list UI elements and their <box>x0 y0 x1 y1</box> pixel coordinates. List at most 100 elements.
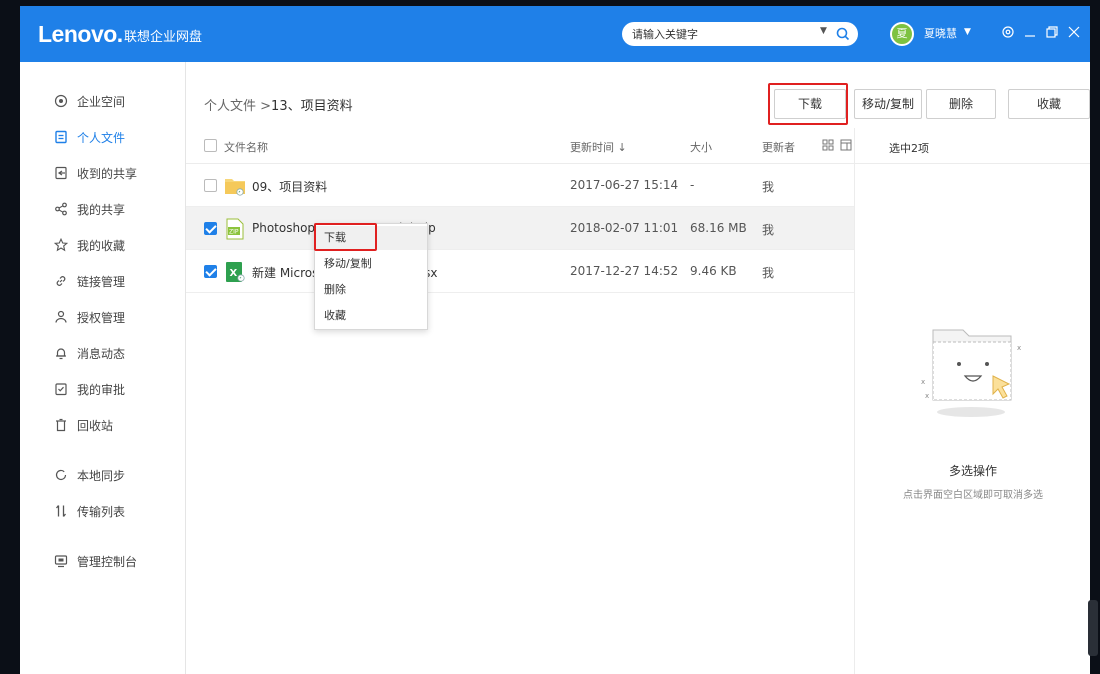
console-icon <box>54 555 68 568</box>
header-updater[interactable]: 更新者 <box>762 139 795 155</box>
table-row[interactable]: X 新建 Microsoft Excel 工作表.xlsx 2017-12-27… <box>186 250 854 293</box>
sidebar-item-label: 我的收藏 <box>77 238 126 253</box>
sidebar-item-transfer-list[interactable]: 传输列表 <box>54 501 125 521</box>
sidebar-item-label: 个人文件 <box>77 130 126 145</box>
breadcrumb-root[interactable]: 个人文件 <box>204 99 256 114</box>
user-menu-chevron-icon[interactable]: ▼ <box>964 27 971 37</box>
file-size: 9.46 KB <box>690 264 737 278</box>
avatar[interactable]: 夏 <box>890 22 914 46</box>
search-icon[interactable] <box>834 25 852 43</box>
file-time: 2017-12-27 14:52 <box>570 264 679 278</box>
enterprise-space-icon <box>54 94 68 108</box>
sidebar-item-messages[interactable]: 消息动态 <box>54 343 125 363</box>
sidebar-item-label: 本地同步 <box>77 468 126 483</box>
trash-icon <box>56 418 66 432</box>
user-auth-icon <box>55 310 67 323</box>
context-menu-delete[interactable]: 删除 <box>315 278 427 302</box>
close-icon[interactable] <box>1066 24 1082 40</box>
breadcrumb-separator: > <box>256 99 272 114</box>
search-input[interactable]: 请输入关键字 <box>632 26 698 42</box>
sidebar-item-my-share[interactable]: 我的共享 <box>54 199 125 219</box>
approval-icon <box>55 383 67 396</box>
delete-button[interactable]: 删除 <box>926 89 996 119</box>
sidebar-item-my-favorites[interactable]: 我的收藏 <box>54 235 125 255</box>
main-content: 个人文件 >13、项目资料 下载 移动/复制 删除 收藏 文件名称 更新时间 ↓… <box>186 62 1090 674</box>
sidebar-item-received-share[interactable]: 收到的共享 <box>54 163 137 183</box>
table-row[interactable]: 09、项目资料 2017-06-27 15:14 - 我 <box>186 164 854 207</box>
link-icon <box>56 276 66 286</box>
sidebar-item-enterprise-space[interactable]: 企业空间 <box>54 91 125 111</box>
file-name[interactable]: 09、项目资料 <box>252 178 327 195</box>
grid-view-icon[interactable] <box>822 139 834 151</box>
selection-count: 选中2项 <box>889 142 929 155</box>
app-name: 联想企业网盘 <box>124 30 203 45</box>
sidebar-item-recycle-bin[interactable]: 回收站 <box>54 415 113 435</box>
settings-icon[interactable] <box>1000 24 1016 40</box>
context-download-highlight-box <box>314 223 377 251</box>
restore-icon[interactable] <box>1044 24 1060 40</box>
sidebar-item-auth-management[interactable]: 授权管理 <box>54 307 125 327</box>
bell-icon <box>56 348 66 360</box>
detail-panel-icon[interactable] <box>840 139 852 151</box>
search-dropdown-icon[interactable]: ▼ <box>820 26 827 36</box>
row-checkbox[interactable] <box>204 222 217 235</box>
sidebar-item-label: 链接管理 <box>77 274 126 289</box>
sync-icon <box>55 469 67 481</box>
download-highlight-box <box>768 83 848 125</box>
context-menu-move-copy[interactable]: 移动/复制 <box>315 252 427 276</box>
star-icon <box>54 238 68 252</box>
username[interactable]: 夏晓慧 <box>924 25 957 41</box>
header-time[interactable]: 更新时间 ↓ <box>570 139 627 155</box>
move-copy-button[interactable]: 移动/复制 <box>854 89 922 119</box>
personal-files-icon <box>55 130 67 144</box>
selection-panel-header: 选中2项 <box>855 128 1090 164</box>
sidebar-item-label: 我的共享 <box>77 202 126 217</box>
header-name[interactable]: 文件名称 <box>224 139 268 155</box>
svg-text:ZIP: ZIP <box>229 229 239 236</box>
file-updater: 我 <box>762 223 775 237</box>
sidebar-item-label: 企业空间 <box>77 94 126 109</box>
empty-state-subtitle: 点击界面空白区域即可取消多选 <box>903 490 1043 501</box>
sidebar-item-link-management[interactable]: 链接管理 <box>54 271 125 291</box>
sidebar: 企业空间 个人文件 收到的共享 我的共享 我的收藏 链接管理 授权管理 消息动态… <box>20 62 186 674</box>
title-bar: Lenovo. 联想企业网盘 请输入关键字 ▼ 夏 夏晓慧 ▼ <box>20 6 1090 62</box>
context-menu-favorite[interactable]: 收藏 <box>315 304 427 328</box>
file-updater: 我 <box>762 266 775 280</box>
svg-text:x: x <box>921 378 925 386</box>
sidebar-item-label: 收到的共享 <box>77 166 138 181</box>
favorite-button[interactable]: 收藏 <box>1008 89 1090 119</box>
file-size: 68.16 MB <box>690 221 747 235</box>
transfer-icon <box>55 505 67 517</box>
svg-text:x: x <box>925 392 929 400</box>
folder-icon <box>225 179 245 196</box>
svg-text:x: x <box>1017 344 1021 352</box>
empty-state-title: 多选操作 <box>948 464 997 478</box>
minimize-icon[interactable] <box>1022 24 1038 40</box>
received-share-icon <box>55 166 67 180</box>
sidebar-item-admin-console[interactable]: 管理控制台 <box>54 551 137 571</box>
table-row[interactable]: ZIP Photoshop_CS4_11.0AB (1).zip 2018-02… <box>186 207 854 250</box>
selection-panel: 选中2项 x x x 多选操作 点击界面空白区域即可取消多选 <box>854 128 1090 674</box>
lenovo-logo: Lenovo. <box>38 21 123 47</box>
multi-select-illustration-icon: x x x <box>921 329 1021 417</box>
sidebar-item-label: 我的审批 <box>77 382 126 397</box>
sidebar-item-label: 管理控制台 <box>77 554 138 569</box>
sidebar-item-label: 授权管理 <box>77 310 126 325</box>
search-box[interactable]: 请输入关键字 ▼ <box>622 22 858 46</box>
sidebar-item-local-sync[interactable]: 本地同步 <box>54 465 125 485</box>
row-checkbox[interactable] <box>204 265 217 278</box>
breadcrumb-current: 13、项目资料 <box>271 99 353 114</box>
breadcrumb: 个人文件 >13、项目资料 <box>204 95 353 114</box>
header-size[interactable]: 大小 <box>690 139 712 155</box>
sidebar-item-my-approval[interactable]: 我的审批 <box>54 379 125 399</box>
scrollbar[interactable] <box>1088 600 1098 656</box>
row-checkbox[interactable] <box>204 179 217 192</box>
file-time: 2018-02-07 11:01 <box>570 221 679 235</box>
file-updater: 我 <box>762 180 775 194</box>
file-size: - <box>690 178 695 192</box>
select-all-checkbox[interactable] <box>204 139 217 152</box>
sidebar-item-personal-files[interactable]: 个人文件 <box>54 127 125 147</box>
excel-file-icon: X <box>226 262 245 282</box>
zip-file-icon: ZIP <box>226 218 244 240</box>
file-time: 2017-06-27 15:14 <box>570 178 679 192</box>
